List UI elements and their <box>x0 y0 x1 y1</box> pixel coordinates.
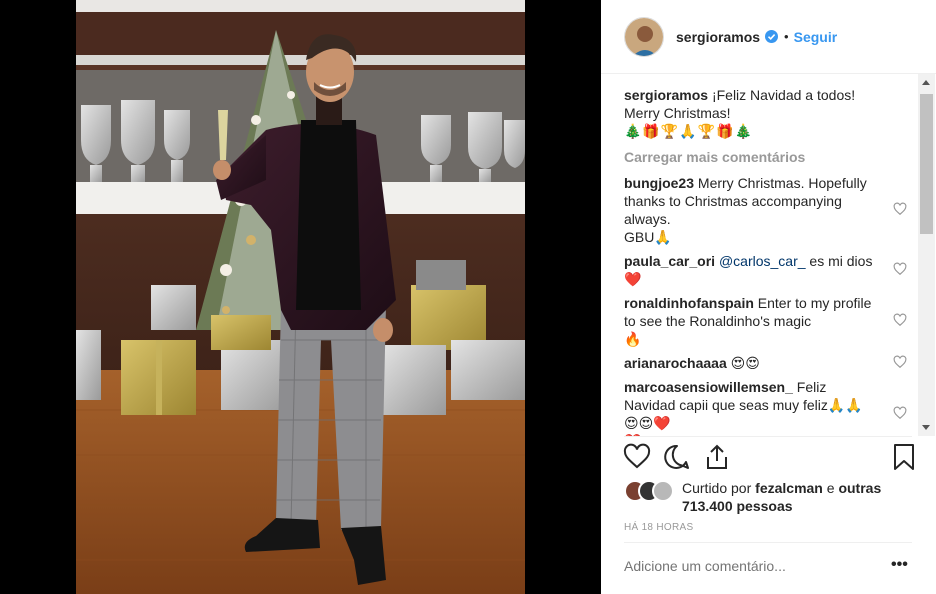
liker-avatars <box>624 480 674 502</box>
comment-like-heart-icon[interactable] <box>893 406 907 420</box>
action-bar <box>623 443 918 473</box>
scroll-down-arrow-icon[interactable] <box>922 425 930 430</box>
scrollbar-thumb[interactable] <box>920 94 933 234</box>
caption-author[interactable]: sergioramos <box>624 87 708 103</box>
follow-button[interactable]: Seguir <box>794 29 838 45</box>
caption-line-1: ¡Feliz Navidad a todos! <box>711 87 856 103</box>
comment-like-heart-icon[interactable] <box>893 202 907 216</box>
share-icon[interactable] <box>703 443 731 471</box>
load-more-comments-link[interactable]: Carregar mais comentários <box>624 148 901 166</box>
add-comment-input[interactable] <box>624 558 864 574</box>
comment-item: ronaldinhofanspain Enter to my profile t… <box>624 294 907 348</box>
post-side-panel: sergioramos • Seguir sergioramos ¡Feliz … <box>601 0 936 594</box>
like-heart-icon[interactable] <box>623 443 651 471</box>
comment-extra: 🔥 <box>624 331 642 347</box>
comment-item: arianarochaaaa 😍😍 <box>624 354 907 372</box>
post-photo[interactable] <box>76 0 525 594</box>
likes-conjunction: e <box>826 480 835 496</box>
comment-extra: GBU🙏 <box>624 229 672 245</box>
comment-item: marcoasensiowillemsen_ Feliz Navidad cap… <box>624 378 907 436</box>
actions-divider <box>624 436 912 437</box>
likes-summary: Curtido por fezalcman e outras 713.400 p… <box>624 478 914 518</box>
caption-line-2: Merry Christmas! <box>624 105 731 121</box>
more-options-icon[interactable]: ••• <box>891 557 911 576</box>
comment-text: 😍😍 <box>730 355 760 371</box>
liker-username-link[interactable]: fezalcman <box>755 480 823 496</box>
comment-like-heart-icon[interactable] <box>893 262 907 276</box>
caption-emojis: 🎄🎁🏆🙏🏆🎁🎄 <box>624 123 754 139</box>
comment-author[interactable]: ronaldinhofanspain <box>624 295 754 311</box>
save-bookmark-icon[interactable] <box>890 443 918 471</box>
comment-author[interactable]: marcoasensiowillemsen_ <box>624 379 793 395</box>
comment-extra: ❤️ <box>624 271 642 287</box>
comments-list[interactable]: sergioramos ¡Feliz Navidad a todos! Merr… <box>601 74 936 436</box>
liker-avatar[interactable] <box>652 480 674 502</box>
comments-scrollbar[interactable] <box>918 74 935 436</box>
scroll-up-arrow-icon[interactable] <box>922 80 930 85</box>
comment-speech-bubble-icon[interactable] <box>663 443 691 471</box>
separator-dot: • <box>784 29 789 44</box>
likes-prefix: Curtido por <box>682 480 752 496</box>
verified-badge-icon <box>765 30 779 43</box>
author-username[interactable]: sergioramos <box>676 29 760 45</box>
post-header: sergioramos • Seguir <box>601 0 936 74</box>
post-timestamp[interactable]: HÁ 18 HORAS <box>624 522 693 533</box>
comment-author[interactable]: bungjoe23 <box>624 175 694 191</box>
caption: sergioramos ¡Feliz Navidad a todos! Merr… <box>624 86 901 140</box>
post-photo-illustration <box>76 0 525 594</box>
comment-text: es mi dios <box>805 253 873 269</box>
likes-text: Curtido por fezalcman e outras 713.400 p… <box>682 479 912 515</box>
comment-like-heart-icon[interactable] <box>893 313 907 327</box>
comment-author[interactable]: paula_car_ori <box>624 253 715 269</box>
comment-item: bungjoe23 Merry Christmas. Hopefully tha… <box>624 174 907 246</box>
comment-input-divider <box>624 542 912 543</box>
photo-stage <box>0 0 601 594</box>
comment-like-heart-icon[interactable] <box>893 355 907 369</box>
comment-item: paula_car_ori @carlos_car_ es mi dios ❤️ <box>624 252 907 288</box>
author-avatar[interactable] <box>624 16 664 57</box>
comment-author[interactable]: arianarochaaaa <box>624 355 727 371</box>
comment-mention-link[interactable]: @carlos_car_ <box>719 253 806 269</box>
